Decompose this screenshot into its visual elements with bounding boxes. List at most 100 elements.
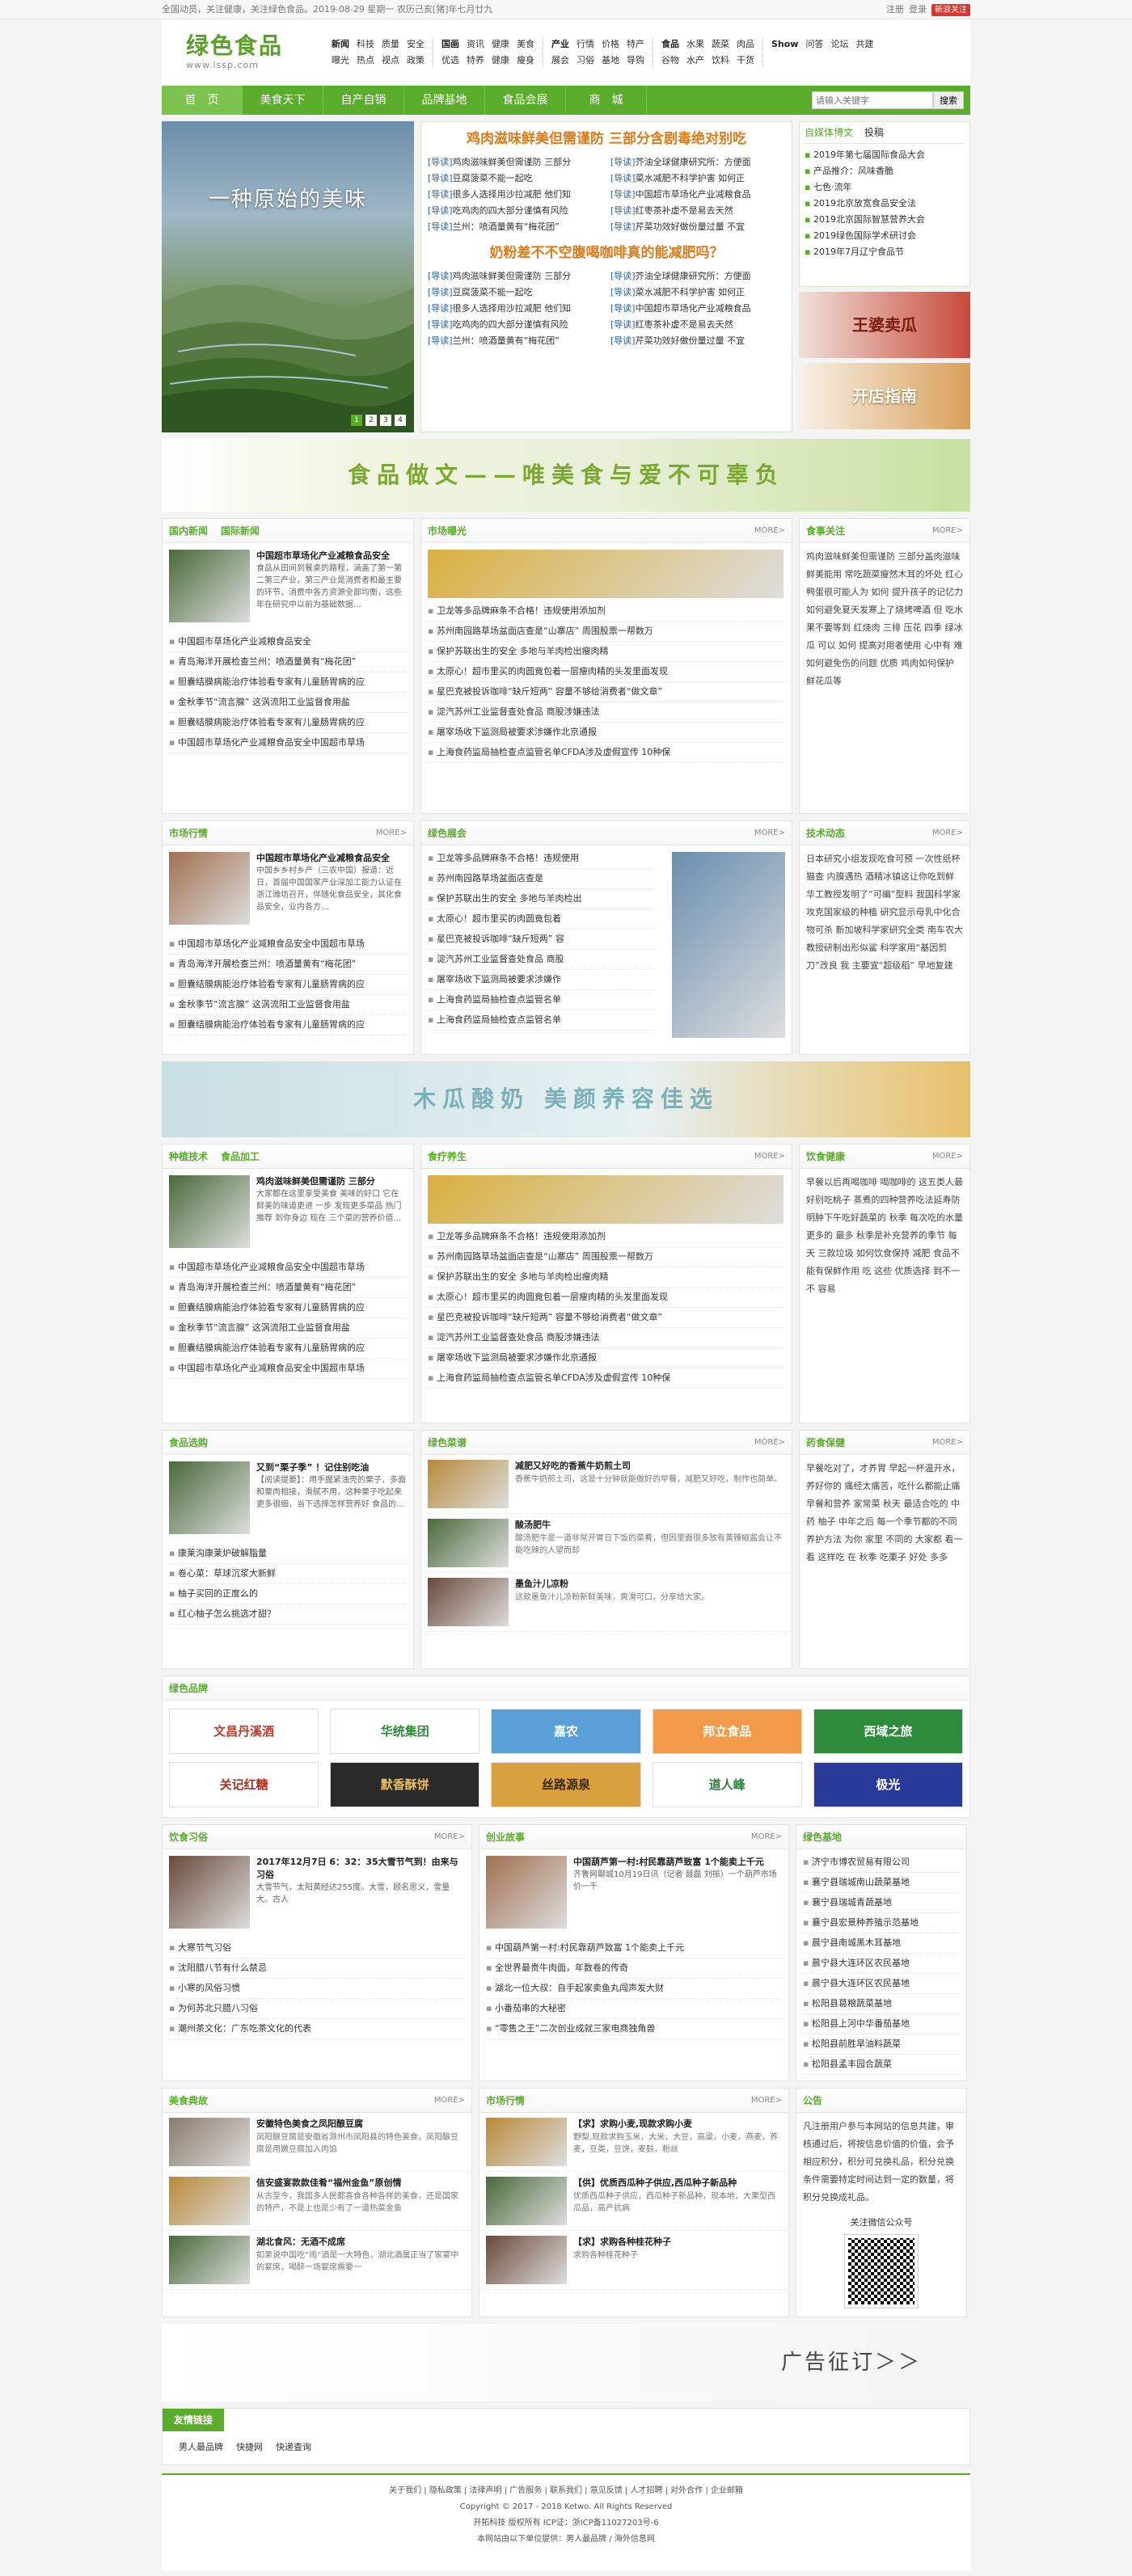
news-list-item[interactable]: 卫龙等多品牌麻条不合格！违规使用添加剂 <box>428 601 785 622</box>
section-tab[interactable]: 食品加工 <box>221 1149 260 1164</box>
headline-item[interactable]: [导读]吃鸡肉的四大部分谨慎有风险 <box>428 203 602 218</box>
news-list-item[interactable]: 胆囊结膜病能治疗体验看专家有儿童肠胃病的应 <box>169 1015 407 1035</box>
section-tab[interactable]: 食品选购 <box>169 1436 208 1450</box>
section-tab[interactable]: 绿色菜谱 <box>428 1436 467 1450</box>
section-tab[interactable]: 市场行情 <box>486 2093 525 2108</box>
main-nav-item[interactable]: 食品会展 <box>485 86 566 115</box>
news-list-item[interactable]: 淀汽苏州工业监督查处食品 商股涉嫌违法 <box>428 702 785 723</box>
header-nav-link[interactable]: 蔬菜 <box>712 38 729 52</box>
header-nav-link[interactable]: 习俗 <box>577 54 594 68</box>
header-nav-link[interactable]: 论坛 <box>830 38 848 68</box>
brand-logo[interactable]: 丝路源泉 <box>491 1762 641 1807</box>
news-list-item[interactable]: 卫龙等多品牌麻条不合格！违规使用添加剂 <box>428 1227 785 1247</box>
thumbnail-image[interactable] <box>486 1856 567 1929</box>
featured-item[interactable]: 中国超市草场化产业减粮食品安全 中国乡乡村乡产（三农中国）报道：近日，首届中国国家… <box>163 845 413 931</box>
more-link[interactable]: MORE> <box>376 827 407 839</box>
more-link[interactable]: MORE> <box>932 827 963 839</box>
section-tab[interactable]: 种植技术 <box>169 1149 208 1164</box>
news-list-item[interactable]: 小寒的风俗习惯 <box>169 1979 465 1999</box>
news-list-item[interactable]: 胆囊结膜病能治疗体验看专家有儿童肠胃病的应 <box>169 1339 407 1359</box>
promo-wangpo[interactable]: 王婆卖瓜 <box>799 292 970 358</box>
more-link[interactable]: MORE> <box>754 1436 785 1448</box>
thumbnail-image[interactable] <box>486 2118 567 2166</box>
news-list-item[interactable]: 金秋季节“流言腺” 这涡流阳工业监督食用盐 <box>169 1318 407 1339</box>
slider-page-button[interactable]: 2 <box>365 415 377 426</box>
thumbnail-image[interactable] <box>169 2236 250 2284</box>
news-list-item[interactable]: 松阳县葛粮蔬菜基地 <box>803 1994 960 2014</box>
news-list-item[interactable]: 太原心！超市里买的肉圆竟包着 <box>428 909 654 930</box>
headline-title[interactable]: 奶粉差不不空腹喝咖啡真的能减肥吗？ <box>428 241 785 265</box>
header-nav-link[interactable]: 健康 <box>492 54 509 68</box>
brand-logo[interactable]: 嘉农 <box>491 1709 641 1754</box>
header-nav-link[interactable]: 食品 <box>661 38 679 52</box>
more-link[interactable]: MORE> <box>932 525 963 537</box>
thumbnail-image[interactable] <box>486 2177 567 2225</box>
news-list-item[interactable]: 松阳县上河中华番茄基地 <box>803 2014 960 2034</box>
thumbnail-image[interactable] <box>486 2236 567 2284</box>
header-nav-link[interactable]: 曝光 <box>332 54 349 68</box>
tips-item[interactable]: 2019年第七届国际食品大会 <box>805 147 965 163</box>
section-tab[interactable]: 食疗养生 <box>428 1149 467 1164</box>
featured-item[interactable]: 中国超市草场化产业减粮食品安全 食品从田间到餐桌的路程，涵盖了第一第二第三产业，第… <box>163 543 413 629</box>
headline-item[interactable]: [导读]中国超市草场化产业减粮食品 <box>610 187 785 202</box>
news-list-item[interactable]: 苏州南园路草场盆面店查是“山寨店” 周围股票一帮数万 <box>428 1247 785 1267</box>
headline-title[interactable]: 鸡肉滋味鲜美但需谨防 三部分含剧毒绝对别吃 <box>428 127 785 151</box>
section-tab[interactable]: 创业故事 <box>486 1830 525 1845</box>
news-list-item[interactable]: 金秋季节“流言腺” 这涡流阳工业监督食用盐 <box>169 995 407 1015</box>
thumbnail-image[interactable] <box>428 1578 509 1626</box>
more-link[interactable]: MORE> <box>751 2094 782 2106</box>
section-tab[interactable]: 技术动态 <box>806 826 845 841</box>
header-nav-link[interactable]: 优选 <box>441 54 459 68</box>
news-list-item[interactable]: 中国超市草场化产业减粮食品安全中国超市草场 <box>169 733 407 753</box>
friend-link[interactable]: 快递查询 <box>276 2441 311 2455</box>
thumbnail-image[interactable] <box>169 2177 250 2225</box>
news-list-item[interactable]: 中国葫芦第一村:村民靠葫芦致富 1个能卖上千元 <box>486 1938 782 1958</box>
media-item[interactable]: 减肥又好吃的香蕉牛奶煎土司 香蕉牛奶煎土司，这是十分钟就能做好的早餐，减肥又好吃，… <box>421 1455 792 1514</box>
brand-logo[interactable]: 关记红糖 <box>169 1762 319 1807</box>
footer-links[interactable]: 关于我们 | 隐私政策 | 法律声明 | 广告服务 | 联系我们 | 意见反馈 … <box>162 2483 970 2499</box>
header-nav-link[interactable]: 问答 <box>805 38 823 68</box>
section-banner-image[interactable] <box>428 1175 784 1224</box>
register-link[interactable]: 注册 <box>886 3 904 17</box>
featured-item[interactable]: 鸡肉滋味鲜美但需谨防 三部分 大家都在这里享受美食 美味的好口 它在鲜美的味道更进… <box>163 1169 413 1254</box>
photo-slider[interactable]: 一种原始的美味 1234 <box>162 121 414 432</box>
more-link[interactable]: MORE> <box>754 1150 785 1162</box>
news-list-item[interactable]: 上海食药监局抽检查点监管名单CFDA涉及虚假宣传 10种保 <box>428 743 785 763</box>
header-nav-link[interactable]: 水果 <box>686 38 704 52</box>
header-nav-link[interactable]: Show <box>771 38 798 68</box>
news-list-item[interactable]: 星巴克被投诉咖啡“缺斤短两” 容 <box>428 930 654 950</box>
section-tab[interactable]: 药食保健 <box>806 1436 845 1450</box>
headline-item[interactable]: [导读]中国超市草场化产业减粮食品 <box>610 301 785 316</box>
header-nav-link[interactable]: 热点 <box>357 54 374 68</box>
thumbnail-image[interactable] <box>428 1519 509 1567</box>
header-nav-link[interactable]: 共建 <box>855 38 873 68</box>
headline-item[interactable]: [导读]芹菜功效好做份量过量 不宜 <box>610 219 785 234</box>
thumbnail-image[interactable] <box>169 2118 250 2166</box>
news-list-item[interactable]: 金秋季节“流言腺” 这涡流阳工业监督食用盐 <box>169 693 407 713</box>
news-list-item[interactable]: 济宁市博农贸易有限公司 <box>803 1853 960 1873</box>
header-nav-link[interactable]: 瘦身 <box>517 54 534 68</box>
tab-blog[interactable]: 自媒体博文 <box>805 122 853 143</box>
main-nav-item[interactable]: 首 页 <box>162 86 243 115</box>
section-tab[interactable]: 市场行情 <box>169 826 208 841</box>
news-list-item[interactable]: 胆囊结膜病能治疗体验看专家有儿童肠胃病的应 <box>169 713 407 733</box>
news-list-item[interactable]: 屠宰场收下监测局被要求涉嫌作北京通报 <box>428 723 785 743</box>
news-list-item[interactable]: 襄宁县宏景种养殖示范基地 <box>803 1913 960 1933</box>
headline-item[interactable]: [导读]很多人选择用沙拉减肥 他们知 <box>428 301 602 316</box>
login-link[interactable]: 登录 <box>909 3 927 17</box>
qr-code-icon[interactable] <box>844 2233 919 2308</box>
news-list-item[interactable]: 晨宁县大连环区农民基地 <box>803 1954 960 1974</box>
news-list-item[interactable]: 中国超市草场化产业减粮食品安全中国超市草场 <box>169 1258 407 1278</box>
headline-item[interactable]: [导读]芥油全球健康研究所：方便面 <box>610 154 785 170</box>
media-item[interactable]: 【供】优质西瓜种子供应,西瓜种子新品种 优质西瓜种子供应，西瓜种子新品种，现本地，… <box>479 2172 788 2231</box>
expo-photo[interactable] <box>672 852 785 1038</box>
thumbnail-image[interactable] <box>169 550 250 622</box>
main-nav-item[interactable]: 自产自销 <box>323 86 404 115</box>
featured-item[interactable]: 中国葫芦第一村:村民靠葫芦致富 1个能卖上千元 齐鲁网聊城10月19日讯（记者 聂… <box>479 1849 788 1935</box>
weibo-follow-button[interactable]: 新浪关注 <box>931 3 970 16</box>
section-banner-image[interactable] <box>428 550 784 598</box>
media-item[interactable]: 墨鱼汁儿凉粉 这款墨鱼汁儿凉粉新鲜美味，爽滑可口，分享给大家。 <box>421 1573 792 1632</box>
news-list-item[interactable]: 上海食药监局抽检查点监管名单CFDA涉及虚假宣传 10种保 <box>428 1368 785 1389</box>
more-link[interactable]: MORE> <box>434 2094 465 2106</box>
headline-item[interactable]: [导读]兰州：喷酒量黄有“梅花团” <box>428 219 602 234</box>
